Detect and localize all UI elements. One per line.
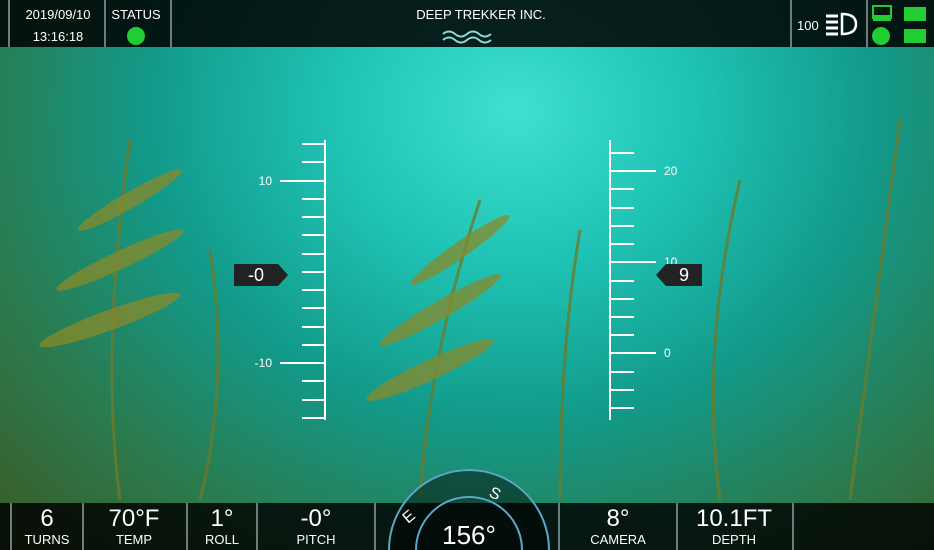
depth-marker: 9: [666, 264, 702, 286]
top-status-bar: 2019/09/10 13:16:18 STATUS DEEP TREKKER …: [0, 0, 934, 47]
wave-logo-icon: [442, 30, 492, 44]
depth-marker-arrow-icon: [656, 264, 666, 286]
depth-scale-label-20: 20: [664, 164, 678, 178]
turns-label: TURNS: [24, 532, 70, 547]
time-display: 13:16:18: [32, 29, 84, 44]
depth-scale-label-0: 0: [664, 346, 671, 360]
temp-cell: 70°F TEMP: [82, 503, 188, 550]
pitch-marker: -0: [234, 264, 278, 286]
pitch-scale-label-top: 10: [259, 174, 273, 188]
app-title: DEEP TREKKER INC.: [416, 7, 546, 22]
compass: E S 156°: [388, 469, 550, 550]
camera-label: CAMERA: [590, 532, 646, 547]
pitch-value: -0°: [300, 505, 332, 532]
status-label: STATUS: [111, 7, 161, 22]
temp-value: 70°F: [108, 505, 160, 532]
compass-heading: 156°: [442, 520, 496, 550]
battery-icon-top: [904, 7, 926, 21]
pitch-cell: -0° PITCH: [258, 503, 376, 550]
depth-marker-value: 9: [678, 265, 689, 285]
date-display: 2019/09/10: [25, 7, 91, 22]
connection-indicator: [872, 27, 890, 45]
pitch-marker-value: -0: [247, 265, 264, 285]
depth-value: 10.1FT: [695, 505, 773, 532]
roll-cell: 1° ROLL: [188, 503, 258, 550]
roll-value: 1°: [210, 505, 234, 532]
turns-cell: 6 TURNS: [10, 503, 84, 550]
camera-value: 8°: [606, 505, 630, 532]
temp-label: TEMP: [115, 532, 153, 547]
pitch-label: PITCH: [296, 532, 336, 547]
status-indicator: [127, 27, 145, 45]
camera-cell: 8° CAMERA: [558, 503, 678, 550]
depth-cell: 10.1FT DEPTH: [676, 503, 794, 550]
controller-icon: [872, 5, 892, 21]
pitch-scale-label-bottom: -10: [255, 356, 273, 370]
pitch-marker-arrow-icon: [278, 264, 288, 286]
battery-icon-bottom: [904, 29, 926, 43]
roll-label: ROLL: [205, 532, 239, 547]
depth-label: DEPTH: [711, 532, 757, 547]
turns-value: 6: [40, 505, 54, 532]
headlight-icon: [826, 12, 858, 36]
datetime-cell: 2019/09/10 13:16:18: [8, 0, 106, 47]
light-level: 100: [797, 18, 819, 33]
